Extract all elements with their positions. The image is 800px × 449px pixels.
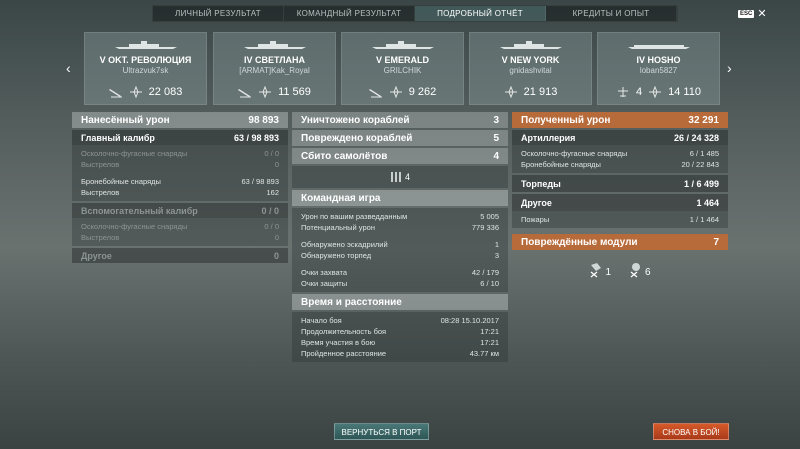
player-name: GRILCHIK	[383, 66, 422, 75]
ship-name: V OKT. РЕВОЛЮЦИЯ	[99, 55, 192, 65]
he-shots-row: Выстрелов 0	[81, 160, 279, 169]
tab-personal-result[interactable]: ЛИЧНЫЙ РЕЗУЛЬТАТ	[153, 6, 284, 21]
battle-again-button[interactable]: СНОВА В БОЙ!	[653, 423, 729, 440]
ship-silhouette-icon	[244, 41, 306, 49]
torpedoes-row: Торпеды 1 / 6 499	[512, 175, 728, 192]
secondary-battery-row: Вспомогательный калибр 0 / 0	[72, 203, 288, 218]
planes-shot-row: Сбито самолётов 4	[292, 148, 508, 164]
damage-dealt-panel: Нанесённый урон 98 893 Главный калибр 63 /…	[72, 112, 288, 263]
damage-icon	[389, 86, 402, 98]
damage-icon	[259, 86, 272, 98]
sunk-ship-icon	[368, 89, 382, 98]
secondary-shots-row: Выстрелов 0	[81, 233, 279, 242]
damage-value: 14 110	[668, 86, 701, 98]
planes-shot-value: 4	[636, 86, 643, 98]
damage-dealt-header: Нанесённый урон 98 893	[72, 112, 288, 128]
damaged-modules-list: 1 6	[512, 252, 728, 287]
main-battery-row: Главный калибр 63 / 98 893	[72, 130, 288, 145]
ship-silhouette-icon	[500, 41, 562, 49]
he-shells-row: Осколочно-фугасные снаряды 0 / 0	[81, 149, 279, 158]
result-tabs: ЛИЧНЫЙ РЕЗУЛЬТАТ КОМАНДНЫЙ РЕЗУЛЬТАТ ПОД…	[152, 5, 678, 22]
module-item: 6	[629, 262, 651, 278]
ships-damaged-row: Повреждено кораблей 5	[292, 130, 508, 146]
module-item: 1	[589, 262, 611, 278]
ship-card[interactable]: V NEW YORK gnidashvital 21 913	[469, 32, 592, 105]
ship-name: IV HOSHO	[636, 55, 681, 65]
received-ap-row: Бронебойные снаряды 20 / 22 843	[521, 160, 719, 169]
ship-card[interactable]: IV HOSHO loban5827 4 14 110	[597, 32, 720, 105]
player-name: Ultrazvuk7sk	[122, 66, 169, 75]
ships-destroyed-row: Уничтожено кораблей 3	[292, 112, 508, 128]
player-name: loban5827	[639, 66, 678, 75]
ship-name: V EMERALD	[375, 55, 429, 65]
damage-icon	[129, 86, 142, 98]
damaged-modules-header: Повреждённые модули 7	[512, 234, 728, 250]
ship-silhouette-icon	[628, 45, 690, 49]
esc-key-label: ESC	[738, 9, 755, 18]
secondary-he-row: Осколочно-фугасные снаряды 0 / 0	[81, 222, 279, 231]
artillery-row: Артиллерия 26 / 24 328	[512, 130, 728, 145]
defense-points-row: Очки защиты 6 / 10	[301, 279, 499, 288]
ship-name: V NEW YORK	[501, 55, 560, 65]
time-distance-header: Время и расстояние	[292, 294, 508, 310]
damage-icon	[504, 86, 517, 98]
close-icon: ✕	[757, 8, 767, 20]
spotting-damage-row: Урон по вашим разведданным 5 005	[301, 212, 499, 221]
damage-received-panel: Полученный урон 32 291 Артиллерия 26 / 24 …	[512, 112, 728, 287]
damage-value: 9 262	[408, 86, 437, 98]
potential-damage-row: Потенциальный урон 779 336	[301, 223, 499, 232]
ap-shells-row: Бронебойные снаряды 63 / 98 893	[81, 177, 279, 186]
squadrons-spotted-row: Обнаружено эскадрилий 1	[301, 240, 499, 249]
ship-silhouette-icon	[372, 41, 434, 49]
gun-turret-icon	[591, 262, 602, 277]
ap-shots-row: Выстрелов 162	[81, 188, 279, 197]
other-received-row: Другое 1 464	[512, 194, 728, 211]
tab-credits-xp[interactable]: КРЕДИТЫ И ОПЫТ	[546, 6, 677, 21]
battle-summary-panel: Уничтожено кораблей 3 Повреждено кораблей…	[292, 112, 508, 362]
ship-cards: V OKT. РЕВОЛЮЦИЯ Ultrazvuk7sk 22 083 IV …	[84, 32, 724, 105]
damage-value: 21 913	[523, 86, 558, 98]
damage-value: 11 569	[278, 86, 311, 98]
ship-card[interactable]: V OKT. РЕВОЛЮЦИЯ Ultrazvuk7sk 22 083	[84, 32, 207, 105]
capture-points-row: Очки захвата 42 / 179	[301, 268, 499, 277]
damage-icon	[649, 86, 662, 98]
other-damage-row: Другое 0	[72, 248, 288, 263]
participation-time-row: Время участия в бою 17:21	[301, 338, 499, 347]
return-to-port-button[interactable]: ВЕРНУТЬСЯ В ПОРТ	[334, 423, 429, 440]
ship-card[interactable]: V EMERALD GRILCHIK 9 262	[341, 32, 464, 105]
battle-start-row: Начало боя 08:28 15.10.2017	[301, 316, 499, 325]
received-he-row: Осколочно-фугасные снаряды 6 / 1 485	[521, 149, 719, 158]
fires-row: Пожары 1 / 1 464	[521, 215, 719, 224]
player-name: gnidashvital	[509, 66, 552, 75]
engine-icon	[630, 262, 640, 277]
plane-squadron-icon	[391, 172, 401, 182]
planes-shot-detail: 4	[292, 166, 508, 188]
tab-team-result[interactable]: КОМАНДНЫЙ РЕЗУЛЬТАТ	[284, 6, 415, 21]
sunk-ship-icon	[108, 89, 122, 98]
team-play-header: Командная игра	[292, 190, 508, 206]
distance-travelled-row: Пройденное расстояние 43.77 км	[301, 349, 499, 358]
torpedoes-spotted-row: Обнаружено торпед 3	[301, 251, 499, 260]
damage-received-header: Полученный урон 32 291	[512, 112, 728, 128]
tab-detailed-report[interactable]: ПОДРОБНЫЙ ОТЧЁТ	[415, 6, 546, 21]
sunk-ship-icon	[238, 89, 252, 98]
damage-value: 22 083	[148, 86, 183, 98]
previous-arrow-icon[interactable]: ‹	[66, 60, 71, 76]
next-arrow-icon[interactable]: ›	[727, 60, 732, 76]
esc-close-button[interactable]: ESC ✕	[738, 7, 767, 20]
ship-name: IV СВЕТЛАНА	[243, 55, 306, 65]
ship-silhouette-icon	[115, 41, 177, 49]
ship-card[interactable]: IV СВЕТЛАНА [ARMAT]Kak_Royal 11 569	[213, 32, 336, 105]
player-name: [ARMAT]Kak_Royal	[239, 66, 310, 75]
battle-duration-row: Продолжительность боя 17:21	[301, 327, 499, 336]
plane-icon	[618, 87, 629, 97]
